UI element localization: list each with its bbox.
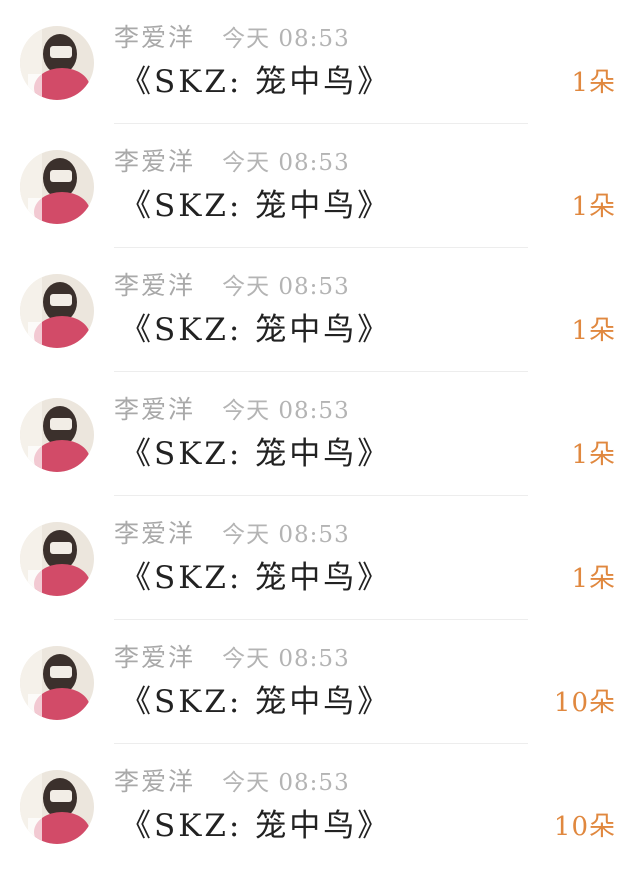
sender-name: 李爱洋 [114,643,196,672]
list-item[interactable]: 李爱洋 今天 08:53 《SKZ: 笼中鸟》 1朵 [0,248,640,372]
message-meta: 李爱洋 今天 08:53 [114,142,350,178]
message-meta: 李爱洋 今天 08:53 [114,638,350,674]
flower-count: 10朵 [553,688,616,718]
timestamp: 今天 08:53 [222,770,350,796]
avatar[interactable] [20,274,94,348]
message-list: 李爱洋 今天 08:53 《SKZ: 笼中鸟》 1朵 李爱洋 今天 08:53 … [0,0,640,870]
flower-count: 1朵 [571,316,616,346]
message-text: 《SKZ: 笼中鸟》 [120,188,392,224]
message-text: 《SKZ: 笼中鸟》 [120,560,392,596]
avatar[interactable] [20,522,94,596]
message-meta: 李爱洋 今天 08:53 [114,514,350,550]
sender-name: 李爱洋 [114,395,196,424]
message-text: 《SKZ: 笼中鸟》 [120,436,392,472]
flower-count: 10朵 [553,812,616,842]
avatar[interactable] [20,26,94,100]
sender-name: 李爱洋 [114,519,196,548]
message-meta: 李爱洋 今天 08:53 [114,266,350,302]
list-item[interactable]: 李爱洋 今天 08:53 《SKZ: 笼中鸟》 1朵 [0,372,640,496]
timestamp: 今天 08:53 [222,646,350,672]
avatar[interactable] [20,770,94,844]
avatar[interactable] [20,150,94,224]
message-meta: 李爱洋 今天 08:53 [114,762,350,798]
sender-name: 李爱洋 [114,23,196,52]
list-item[interactable]: 李爱洋 今天 08:53 《SKZ: 笼中鸟》 1朵 [0,124,640,248]
timestamp: 今天 08:53 [222,150,350,176]
list-item[interactable]: 李爱洋 今天 08:53 《SKZ: 笼中鸟》 1朵 [0,496,640,620]
timestamp: 今天 08:53 [222,398,350,424]
flower-count: 1朵 [571,192,616,222]
sender-name: 李爱洋 [114,767,196,796]
avatar[interactable] [20,646,94,720]
sender-name: 李爱洋 [114,271,196,300]
message-meta: 李爱洋 今天 08:53 [114,18,350,54]
message-text: 《SKZ: 笼中鸟》 [120,312,392,348]
sender-name: 李爱洋 [114,147,196,176]
list-item[interactable]: 李爱洋 今天 08:53 《SKZ: 笼中鸟》 1朵 [0,0,640,124]
avatar[interactable] [20,398,94,472]
flower-count: 1朵 [571,68,616,98]
timestamp: 今天 08:53 [222,522,350,548]
timestamp: 今天 08:53 [222,26,350,52]
message-text: 《SKZ: 笼中鸟》 [120,808,392,844]
message-text: 《SKZ: 笼中鸟》 [120,684,392,720]
flower-count: 1朵 [571,564,616,594]
message-text: 《SKZ: 笼中鸟》 [120,64,392,100]
message-meta: 李爱洋 今天 08:53 [114,390,350,426]
flower-count: 1朵 [571,440,616,470]
timestamp: 今天 08:53 [222,274,350,300]
list-item[interactable]: 李爱洋 今天 08:53 《SKZ: 笼中鸟》 10朵 [0,620,640,744]
list-item[interactable]: 李爱洋 今天 08:53 《SKZ: 笼中鸟》 10朵 [0,744,640,868]
